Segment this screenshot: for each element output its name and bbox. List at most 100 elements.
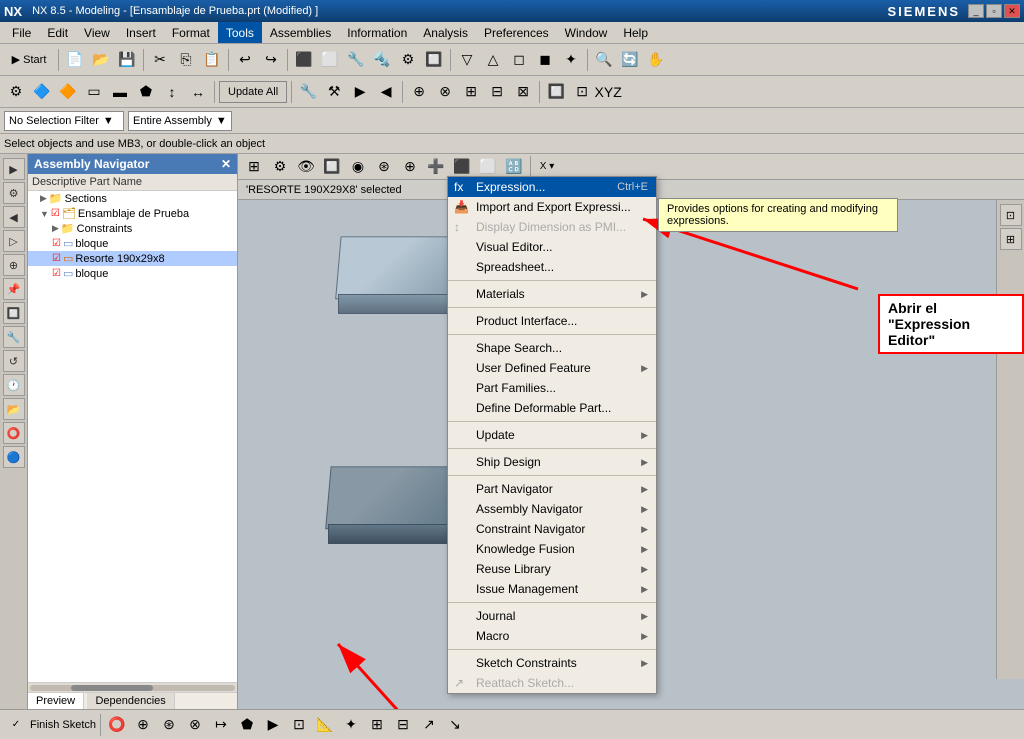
save-btn[interactable]: 💾 (115, 48, 139, 72)
tb5[interactable]: ⚙ (396, 48, 420, 72)
r2-5[interactable]: ▬ (108, 80, 132, 104)
r2-16[interactable]: ⊟ (485, 80, 509, 104)
sidebar-icon-2[interactable]: ⚙ (3, 182, 25, 204)
tb1[interactable]: ⬛ (292, 48, 316, 72)
dd-item-constraint-navigator[interactable]: Constraint Navigator ▶ (448, 519, 656, 539)
assembly-dropdown[interactable]: Entire Assembly ▼ (128, 111, 232, 131)
dd-item-define-deformable[interactable]: Define Deformable Part... (448, 398, 656, 418)
vp-tb7[interactable]: ⊕ (398, 155, 422, 179)
dd-item-sketch-constraints[interactable]: Sketch Constraints ▶ (448, 653, 656, 673)
tb4[interactable]: 🔩 (370, 48, 394, 72)
filter-dropdown[interactable]: No Selection Filter ▼ (4, 111, 124, 131)
vp-tb9[interactable]: ⬛ (450, 155, 474, 179)
menu-preferences[interactable]: Preferences (476, 22, 557, 43)
window-controls[interactable]: _ ▫ ✕ (968, 4, 1020, 18)
bt-8[interactable]: ⊡ (287, 713, 311, 737)
dd-item-journal[interactable]: Journal ▶ (448, 606, 656, 626)
dd-item-issue-management[interactable]: Issue Management ▶ (448, 579, 656, 599)
vp-tb8[interactable]: ➕ (424, 155, 448, 179)
bt-13[interactable]: ↗ (417, 713, 441, 737)
sidebar-icon-4[interactable]: ▷ (3, 230, 25, 252)
menu-view[interactable]: View (76, 22, 118, 43)
r2-17[interactable]: ⊠ (511, 80, 535, 104)
r2-10[interactable]: ⚒ (322, 80, 346, 104)
vp-tb1[interactable]: ⊞ (242, 155, 266, 179)
nav-item-resorte[interactable]: ☑ ▭ Resorte 190x29x8 (28, 251, 237, 266)
sidebar-icon-1[interactable]: ▶ (3, 158, 25, 180)
sidebar-icon-8[interactable]: 🔧 (3, 326, 25, 348)
pan-btn[interactable]: ✋ (644, 48, 668, 72)
update-all-btn[interactable]: Update All (219, 81, 287, 103)
bt-14[interactable]: ↘ (443, 713, 467, 737)
sidebar-icon-5[interactable]: ⊕ (3, 254, 25, 276)
r2-20[interactable]: XYZ (596, 80, 620, 104)
vp-tb6[interactable]: ⊛ (372, 155, 396, 179)
r2-7[interactable]: ↕ (160, 80, 184, 104)
bt-5[interactable]: ↦ (209, 713, 233, 737)
menu-edit[interactable]: Edit (39, 22, 76, 43)
minimize-btn[interactable]: _ (968, 4, 984, 18)
dd-item-spreadsheet[interactable]: Spreadsheet... (448, 257, 656, 277)
start-btn[interactable]: ▶ Start (4, 48, 54, 72)
sidebar-icon-7[interactable]: 🔲 (3, 302, 25, 324)
tab-dependencies[interactable]: Dependencies (87, 693, 174, 709)
tb2[interactable]: ⬜ (318, 48, 342, 72)
r2-19[interactable]: ⊡ (570, 80, 594, 104)
bt-4[interactable]: ⊗ (183, 713, 207, 737)
dd-item-expression[interactable]: fx Expression... Ctrl+E (448, 177, 656, 197)
vp-tb11[interactable]: 🔠 (502, 155, 526, 179)
tab-preview[interactable]: Preview (28, 693, 84, 709)
bt-3[interactable]: ⊛ (157, 713, 181, 737)
vp-close[interactable]: X ▾ (535, 155, 559, 179)
nav-item-sections[interactable]: ▶ 📁 Sections (28, 191, 237, 206)
r2-12[interactable]: ◀ (374, 80, 398, 104)
new-btn[interactable]: 📄 (63, 48, 87, 72)
zoom-btn[interactable]: 🔍 (592, 48, 616, 72)
bt-7[interactable]: ▶ (261, 713, 285, 737)
redo-btn[interactable]: ↪ (259, 48, 283, 72)
r2-9[interactable]: 🔧 (296, 80, 320, 104)
sidebar-icon-11[interactable]: 📂 (3, 398, 25, 420)
dd-item-ship-design[interactable]: Ship Design ▶ (448, 452, 656, 472)
nav-item-bloque-1[interactable]: ☑ ▭ bloque (28, 236, 237, 251)
menu-analysis[interactable]: Analysis (415, 22, 476, 43)
close-btn[interactable]: ✕ (1004, 4, 1020, 18)
vp-tb3[interactable]: 👁 (294, 155, 318, 179)
dd-item-shape-search[interactable]: Shape Search... (448, 338, 656, 358)
vp-tb2[interactable]: ⚙ (268, 155, 292, 179)
vp-right-icon-2[interactable]: ⊞ (1000, 228, 1022, 250)
finish-sketch-icon[interactable]: ✓ (4, 713, 28, 737)
finish-sketch-label[interactable]: Finish Sketch (30, 719, 96, 731)
bt-2[interactable]: ⊕ (131, 713, 155, 737)
vp-tb5[interactable]: ◉ (346, 155, 370, 179)
nav-item-constraints[interactable]: ▶ 📁 Constraints (28, 221, 237, 236)
r2-15[interactable]: ⊞ (459, 80, 483, 104)
nav-scrollbar[interactable] (28, 682, 237, 692)
nav-item-bloque-2[interactable]: ☑ ▭ bloque (28, 266, 237, 281)
menu-information[interactable]: Information (339, 22, 415, 43)
sidebar-icon-9[interactable]: ↺ (3, 350, 25, 372)
nav-item-ensamblaje[interactable]: ▼ ☑ 🗂 Ensamblaje de Prueba (28, 206, 237, 221)
vp-tb4[interactable]: 🔲 (320, 155, 344, 179)
sidebar-icon-13[interactable]: 🔵 (3, 446, 25, 468)
dd-item-part-families[interactable]: Part Families... (448, 378, 656, 398)
tb9[interactable]: ◻ (507, 48, 531, 72)
r2-1[interactable]: ⚙ (4, 80, 28, 104)
menu-file[interactable]: File (4, 22, 39, 43)
r2-4[interactable]: ▭ (82, 80, 106, 104)
restore-btn[interactable]: ▫ (986, 4, 1002, 18)
vp-right-icon-1[interactable]: ⊡ (1000, 204, 1022, 226)
dd-item-knowledge-fusion[interactable]: Knowledge Fusion ▶ (448, 539, 656, 559)
r2-6[interactable]: ⬟ (134, 80, 158, 104)
menu-window[interactable]: Window (557, 22, 616, 43)
copy-btn[interactable]: ⎘ (174, 48, 198, 72)
cut-btn[interactable]: ✂ (148, 48, 172, 72)
tb7[interactable]: ▽ (455, 48, 479, 72)
bt-11[interactable]: ⊞ (365, 713, 389, 737)
sidebar-icon-12[interactable]: ⭕ (3, 422, 25, 444)
sidebar-icon-10[interactable]: 🕐 (3, 374, 25, 396)
sidebar-icon-6[interactable]: 📌 (3, 278, 25, 300)
r2-18[interactable]: 🔲 (544, 80, 568, 104)
dd-item-macro[interactable]: Macro ▶ (448, 626, 656, 646)
bt-6[interactable]: ⬟ (235, 713, 259, 737)
